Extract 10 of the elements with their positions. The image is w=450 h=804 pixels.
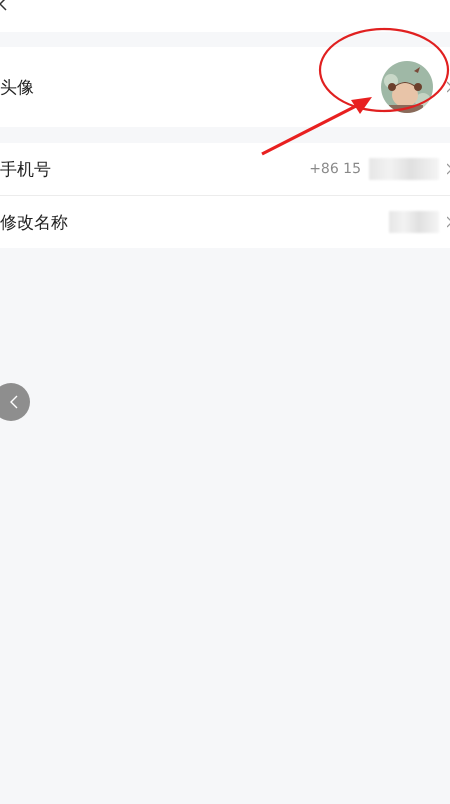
row-label: 手机号 xyxy=(0,158,51,180)
settings-row[interactable]: 修改名称 xyxy=(0,196,450,248)
collapse-button[interactable] xyxy=(0,383,30,421)
settings-row[interactable]: 头像 xyxy=(0,47,450,127)
chevron-left-icon xyxy=(10,395,18,409)
row-label: 头像 xyxy=(0,76,34,98)
back-icon[interactable] xyxy=(0,0,7,11)
row-value: +86 15 xyxy=(309,161,361,177)
row-label: 修改名称 xyxy=(0,212,68,234)
settings-row[interactable]: 手机号 +86 15 xyxy=(0,143,450,195)
